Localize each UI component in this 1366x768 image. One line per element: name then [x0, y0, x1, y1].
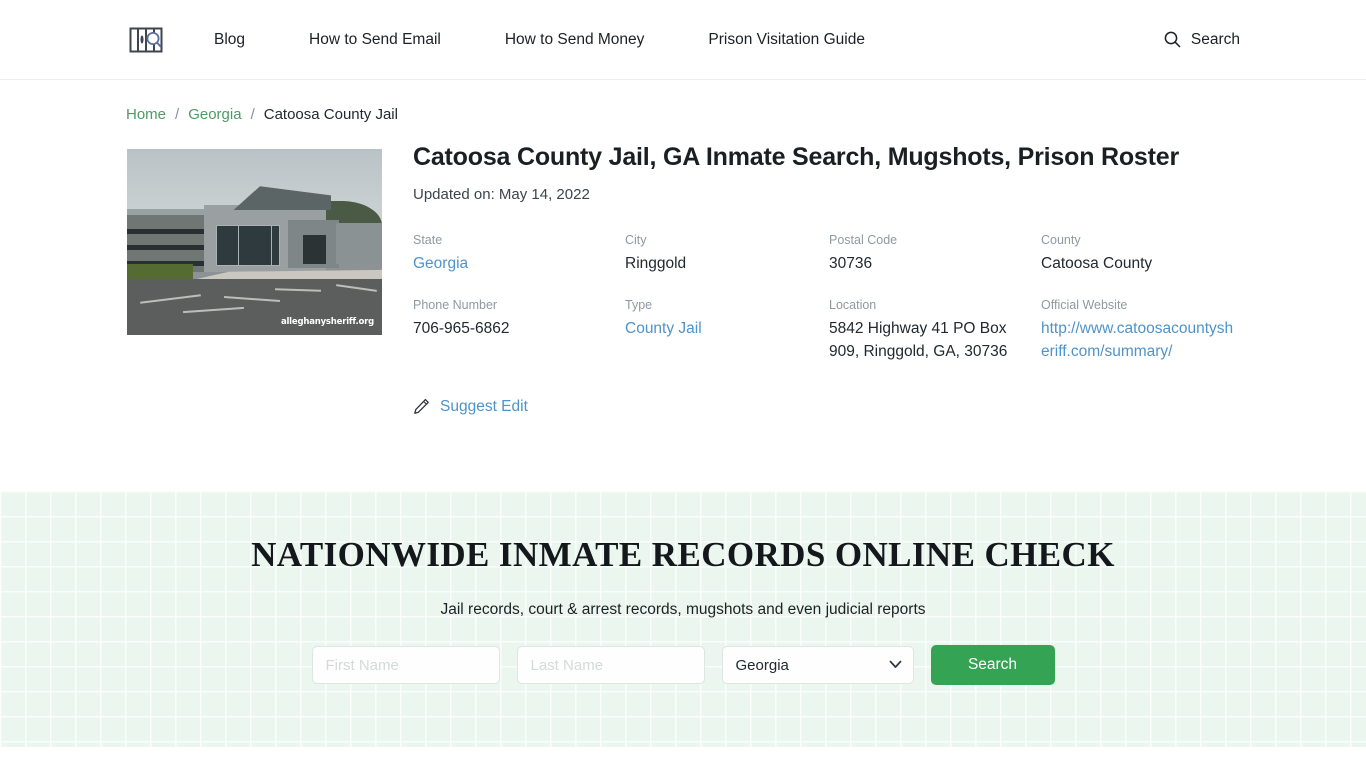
photo-glass-facade: [216, 225, 280, 267]
info-field-county: County Catoosa County: [1041, 233, 1240, 276]
pencil-icon: [414, 399, 429, 415]
site-logo[interactable]: [126, 20, 166, 60]
banner-subtitle: Jail records, court & arrest records, mu…: [440, 601, 926, 618]
info-label: Location: [829, 297, 877, 312]
facility-photo-column: alleghanysheriff.org: [126, 142, 383, 336]
info-value-official-website[interactable]: http://www.catoosacountysheriff.com/summ…: [1041, 320, 1233, 360]
nav-item-prison-visitation-guide[interactable]: Prison Visitation Guide: [708, 31, 865, 49]
info-value-type[interactable]: County Jail: [625, 320, 702, 337]
breadcrumb-separator: /: [175, 105, 180, 123]
info-field-city: City Ringgold: [625, 233, 829, 276]
facility-info-grid: State Georgia City Ringgold Postal Code …: [413, 233, 1240, 364]
primary-nav: Blog How to Send Email How to Send Money…: [214, 31, 865, 49]
state-select-wrapper: Georgia: [721, 646, 914, 684]
banner-title: NATIONWIDE INMATE RECORDS ONLINE CHECK: [251, 535, 1115, 574]
info-label: County: [1041, 233, 1081, 247]
suggest-edit-button[interactable]: Suggest Edit: [413, 398, 528, 416]
photo-right-wing: [336, 223, 382, 265]
nationwide-search-banner: NATIONWIDE INMATE RECORDS ONLINE CHECK J…: [0, 491, 1366, 747]
info-value-city: Ringgold: [625, 255, 687, 272]
header-search-label: Search: [1190, 30, 1240, 48]
breadcrumb-item-georgia[interactable]: Georgia: [188, 106, 241, 123]
info-field-type: Type County Jail: [625, 298, 829, 364]
breadcrumb-item-home[interactable]: Home: [126, 106, 166, 123]
info-label: State: [413, 233, 443, 247]
page-title: Catoosa County Jail, GA Inmate Search, M…: [413, 143, 1179, 171]
inmate-search-form: Georgia Search: [0, 645, 1366, 685]
nav-item-how-to-send-money[interactable]: How to Send Money: [505, 31, 645, 49]
info-label: Phone Number: [413, 297, 498, 312]
info-value-location: 5842 Highway 41 PO Box 909, Ringgold, GA…: [829, 319, 1008, 360]
suggest-edit-label: Suggest Edit: [440, 397, 528, 415]
last-name-input[interactable]: [516, 646, 705, 684]
info-label: Official Website: [1041, 297, 1128, 312]
header-search-button[interactable]: Search: [1164, 31, 1240, 49]
facility-photo: alleghanysheriff.org: [126, 148, 383, 336]
facility-overview: alleghanysheriff.org Catoosa County Jail…: [0, 120, 1366, 416]
info-field-official-website: Official Website http://www.catoosacount…: [1041, 298, 1240, 364]
nav-item-how-to-send-email[interactable]: How to Send Email: [309, 31, 441, 49]
info-field-location: Location 5842 Highway 41 PO Box 909, Rin…: [829, 298, 1041, 364]
info-label: City: [625, 233, 647, 247]
search-icon: [1164, 31, 1181, 48]
nav-item-blog[interactable]: Blog: [214, 31, 245, 49]
banner-search-button[interactable]: Search: [930, 645, 1055, 685]
photo-entry-doors: [302, 234, 326, 265]
info-value-phone-number: 706-965-6862: [413, 319, 510, 337]
site-header: Blog How to Send Email How to Send Money…: [0, 0, 1366, 80]
info-label: Type: [625, 297, 653, 312]
info-value-county: Catoosa County: [1041, 255, 1153, 272]
first-name-input[interactable]: [311, 646, 500, 684]
info-label: Postal Code: [829, 233, 898, 247]
state-select[interactable]: Georgia: [721, 646, 914, 684]
breadcrumb-separator: /: [250, 105, 255, 123]
jail-bars-magnifier-icon: [129, 27, 163, 52]
info-value-postal-code: 30736: [829, 255, 873, 272]
info-field-state: State Georgia: [413, 233, 625, 276]
breadcrumb-item-current: Catoosa County Jail: [263, 105, 398, 123]
info-field-phone-number: Phone Number 706-965-6862: [413, 298, 625, 364]
info-value-state[interactable]: Georgia: [413, 255, 468, 272]
facility-info-column: Catoosa County Jail, GA Inmate Search, M…: [383, 142, 1240, 416]
updated-date: Updated on: May 14, 2022: [413, 186, 590, 203]
breadcrumb: Home / Georgia / Catoosa County Jail: [0, 80, 1366, 123]
info-field-postal-code: Postal Code 30736: [829, 233, 1041, 276]
photo-watermark: alleghanysheriff.org: [280, 317, 374, 327]
photo-building-left: [127, 208, 212, 272]
